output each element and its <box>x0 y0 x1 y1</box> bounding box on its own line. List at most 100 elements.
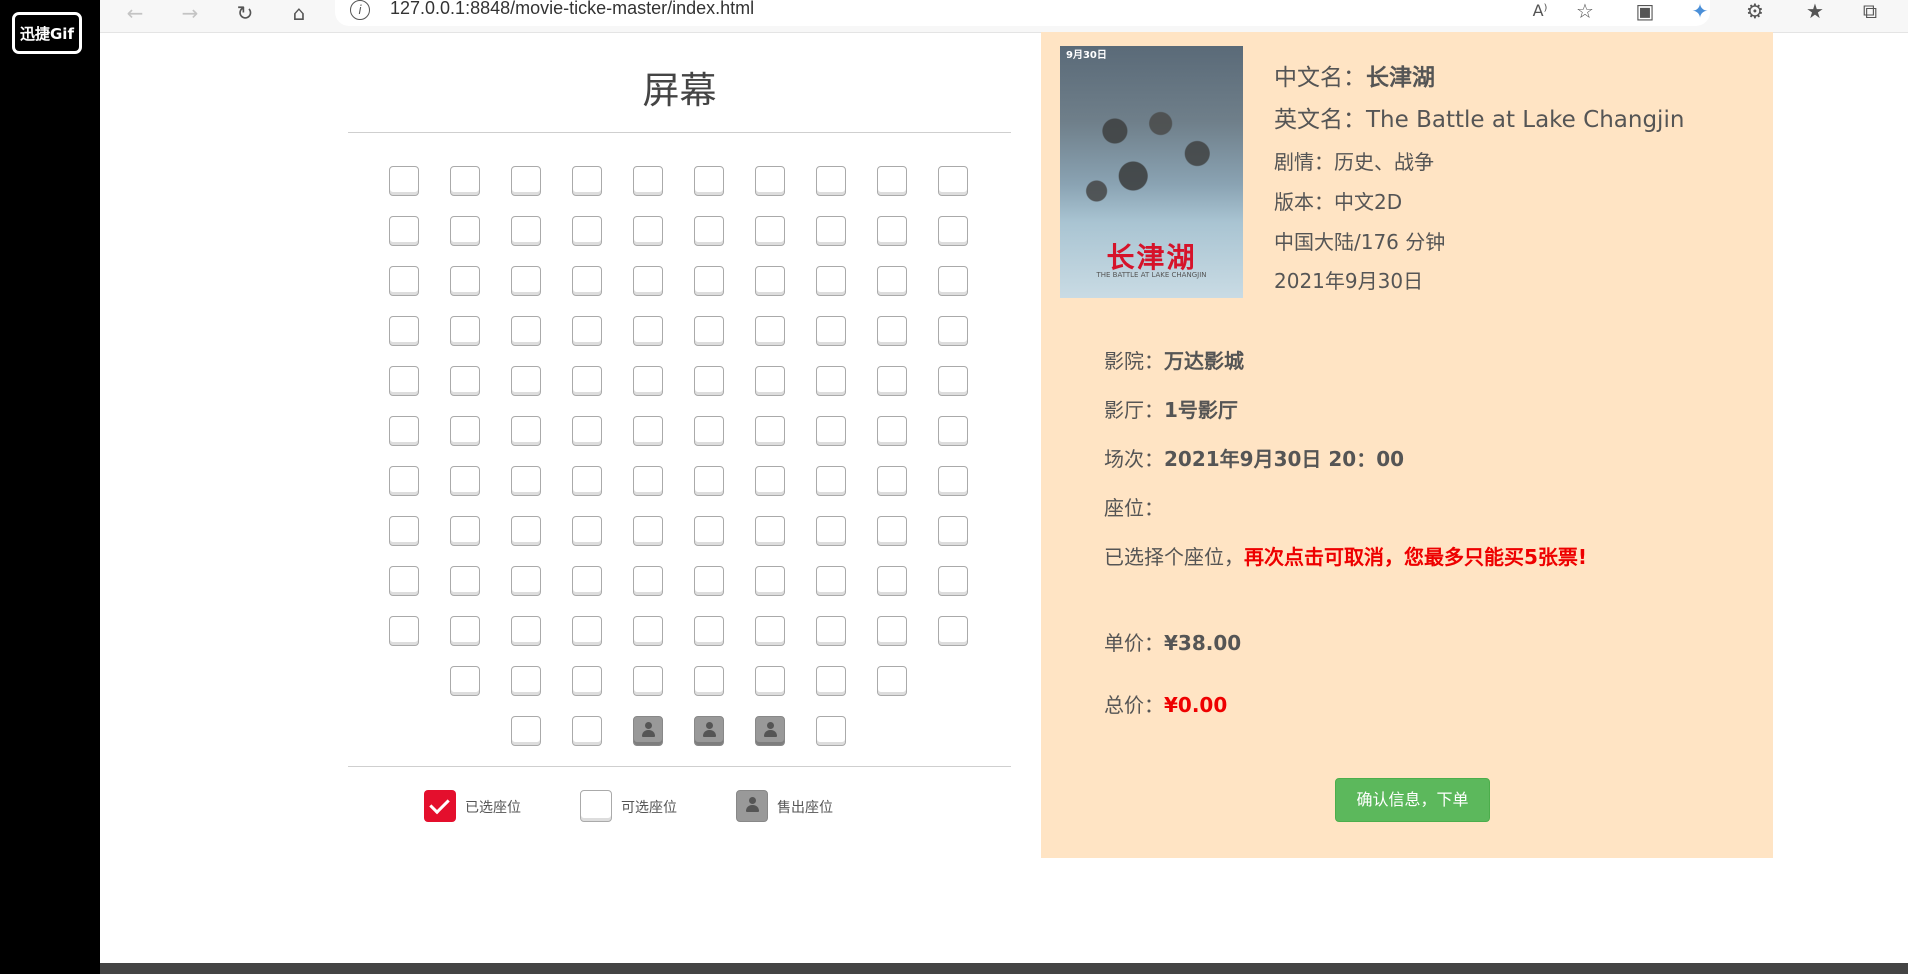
available-seat[interactable] <box>388 616 419 646</box>
available-seat[interactable] <box>449 416 480 446</box>
available-seat[interactable] <box>937 266 968 296</box>
available-seat[interactable] <box>693 566 724 596</box>
available-seat[interactable] <box>693 416 724 446</box>
available-seat[interactable] <box>510 166 541 196</box>
available-seat[interactable] <box>937 366 968 396</box>
add-favorite-icon[interactable]: ☆ <box>1570 0 1600 22</box>
available-seat[interactable] <box>388 516 419 546</box>
available-seat[interactable] <box>449 566 480 596</box>
available-seat[interactable] <box>876 616 907 646</box>
available-seat[interactable] <box>510 316 541 346</box>
available-seat[interactable] <box>449 166 480 196</box>
available-seat[interactable] <box>632 516 663 546</box>
forward-icon[interactable]: → <box>175 2 205 24</box>
available-seat[interactable] <box>815 366 846 396</box>
available-seat[interactable] <box>449 466 480 496</box>
available-seat[interactable] <box>815 466 846 496</box>
collections-icon[interactable]: ⧉ <box>1855 0 1885 22</box>
available-seat[interactable] <box>937 616 968 646</box>
available-seat[interactable] <box>693 666 724 696</box>
available-seat[interactable] <box>876 566 907 596</box>
read-aloud-icon[interactable]: A⁾ <box>1525 0 1555 22</box>
available-seat[interactable] <box>815 216 846 246</box>
available-seat[interactable] <box>510 216 541 246</box>
available-seat[interactable] <box>571 366 602 396</box>
available-seat[interactable] <box>815 516 846 546</box>
available-seat[interactable] <box>754 316 785 346</box>
available-seat[interactable] <box>876 316 907 346</box>
available-seat[interactable] <box>571 166 602 196</box>
available-seat[interactable] <box>388 366 419 396</box>
available-seat[interactable] <box>754 216 785 246</box>
available-seat[interactable] <box>693 216 724 246</box>
extension-icon[interactable]: ▣ <box>1630 0 1660 22</box>
available-seat[interactable] <box>510 566 541 596</box>
available-seat[interactable] <box>876 516 907 546</box>
confirm-order-button[interactable]: 确认信息，下单 <box>1335 778 1490 822</box>
available-seat[interactable] <box>388 416 419 446</box>
available-seat[interactable] <box>815 416 846 446</box>
available-seat[interactable] <box>632 616 663 646</box>
available-seat[interactable] <box>510 416 541 446</box>
available-seat[interactable] <box>632 566 663 596</box>
available-seat[interactable] <box>632 366 663 396</box>
available-seat[interactable] <box>815 716 846 746</box>
available-seat[interactable] <box>632 166 663 196</box>
available-seat[interactable] <box>449 316 480 346</box>
reload-icon[interactable]: ↻ <box>230 2 260 24</box>
available-seat[interactable] <box>815 666 846 696</box>
available-seat[interactable] <box>449 366 480 396</box>
available-seat[interactable] <box>754 666 785 696</box>
available-seat[interactable] <box>876 416 907 446</box>
available-seat[interactable] <box>632 466 663 496</box>
available-seat[interactable] <box>754 266 785 296</box>
available-seat[interactable] <box>754 616 785 646</box>
available-seat[interactable] <box>571 266 602 296</box>
info-icon[interactable]: i <box>350 0 370 20</box>
available-seat[interactable] <box>571 516 602 546</box>
available-seat[interactable] <box>510 516 541 546</box>
available-seat[interactable] <box>571 716 602 746</box>
puzzle-icon[interactable]: ⚙ <box>1740 0 1770 22</box>
available-seat[interactable] <box>876 166 907 196</box>
available-seat[interactable] <box>693 616 724 646</box>
available-seat[interactable] <box>815 566 846 596</box>
available-seat[interactable] <box>571 416 602 446</box>
available-seat[interactable] <box>571 466 602 496</box>
available-seat[interactable] <box>632 266 663 296</box>
available-seat[interactable] <box>693 166 724 196</box>
available-seat[interactable] <box>632 666 663 696</box>
available-seat[interactable] <box>388 266 419 296</box>
available-seat[interactable] <box>510 666 541 696</box>
available-seat[interactable] <box>754 166 785 196</box>
bird-extension-icon[interactable]: ✦ <box>1685 0 1715 22</box>
available-seat[interactable] <box>937 466 968 496</box>
available-seat[interactable] <box>693 516 724 546</box>
available-seat[interactable] <box>510 616 541 646</box>
available-seat[interactable] <box>815 316 846 346</box>
home-icon[interactable]: ⌂ <box>284 2 314 24</box>
available-seat[interactable] <box>937 566 968 596</box>
available-seat[interactable] <box>510 366 541 396</box>
available-seat[interactable] <box>937 166 968 196</box>
available-seat[interactable] <box>449 516 480 546</box>
available-seat[interactable] <box>449 666 480 696</box>
available-seat[interactable] <box>388 166 419 196</box>
available-seat[interactable] <box>632 216 663 246</box>
available-seat[interactable] <box>937 316 968 346</box>
available-seat[interactable] <box>693 366 724 396</box>
available-seat[interactable] <box>754 366 785 396</box>
available-seat[interactable] <box>876 666 907 696</box>
available-seat[interactable] <box>876 366 907 396</box>
available-seat[interactable] <box>388 316 419 346</box>
available-seat[interactable] <box>937 216 968 246</box>
available-seat[interactable] <box>693 266 724 296</box>
available-seat[interactable] <box>876 466 907 496</box>
available-seat[interactable] <box>632 416 663 446</box>
available-seat[interactable] <box>449 216 480 246</box>
available-seat[interactable] <box>693 466 724 496</box>
available-seat[interactable] <box>571 566 602 596</box>
available-seat[interactable] <box>937 516 968 546</box>
url-text[interactable]: 127.0.0.1:8848/movie-ticke-master/index.… <box>390 0 754 19</box>
available-seat[interactable] <box>571 666 602 696</box>
